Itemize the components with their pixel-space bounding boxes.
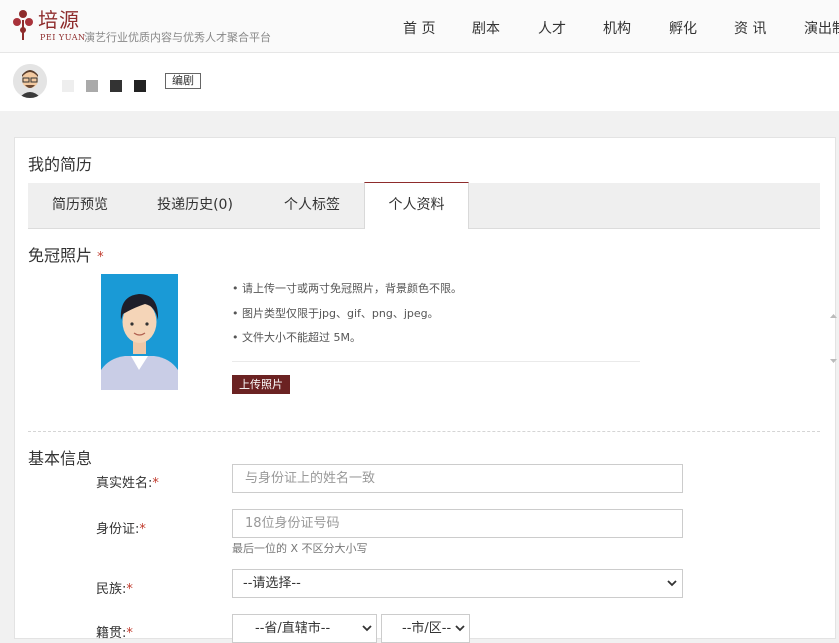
logo-mark-icon [13, 10, 33, 40]
avatar-illustration-icon [13, 64, 47, 98]
native-place-label: 籍贯:* [96, 622, 133, 641]
top-header: 培源 PEI YUAN 演艺行业优质内容与优秀人才聚合平台 首 页 剧本 人才 … [0, 0, 839, 53]
required-mark: * [152, 476, 159, 491]
nav-talents[interactable]: 人才 [538, 18, 566, 38]
name-label: 真实姓名:* [96, 472, 159, 491]
section-divider [28, 431, 820, 432]
id-label-text: 身份证: [96, 522, 140, 537]
chevron-down-icon [667, 580, 677, 587]
upload-photo-button[interactable]: 上传照片 [232, 375, 290, 394]
role-tag[interactable]: 编剧 [165, 73, 201, 89]
id-hint: 最后一位的 X 不区分大小写 [232, 542, 368, 555]
tab-personal-info[interactable]: 个人资料 [364, 182, 469, 229]
user-avatar[interactable] [13, 64, 47, 98]
tab-resume-preview[interactable]: 简历预览 [28, 183, 132, 228]
logo-text[interactable]: 培源 [38, 4, 80, 33]
username-block [134, 80, 146, 92]
name-label-text: 真实姓名: [96, 476, 153, 491]
chevron-down-icon [455, 625, 465, 632]
scroll-down-icon[interactable] [829, 356, 838, 365]
photo-section-label: 免冠照片 [28, 246, 93, 265]
tab-delivery-history[interactable]: 投递历史(0) [143, 183, 247, 228]
username-block [62, 80, 74, 92]
real-name-input[interactable]: 与身份证上的姓名一致 [232, 464, 683, 493]
nav-performance[interactable]: 演出制 [804, 18, 839, 38]
required-mark: * [126, 582, 133, 597]
card-title: 我的简历 [28, 155, 93, 174]
person-photo-icon [101, 274, 178, 390]
photo-tip-size: • 请上传一寸或两寸免冠照片，背景颜色不限。 [232, 282, 462, 295]
nav-incubation[interactable]: 孵化 [669, 18, 697, 38]
basic-info-title: 基本信息 [28, 449, 93, 468]
ethnicity-label-text: 民族: [96, 582, 127, 597]
nav-home[interactable]: 首 页 [403, 18, 435, 38]
photo-tip-format: • 图片类型仅限于jpg、gif、png、jpeg。 [232, 307, 439, 320]
scroll-up-icon[interactable] [829, 312, 838, 321]
required-mark: * [97, 250, 104, 265]
required-mark: * [126, 626, 133, 641]
province-select[interactable]: --省/直辖市-- [232, 614, 377, 643]
ethnicity-select-value: --请选择-- [243, 576, 301, 591]
nav-scripts[interactable]: 剧本 [472, 18, 500, 38]
ethnicity-label: 民族:* [96, 578, 133, 597]
username-block [86, 80, 98, 92]
site-slogan: 演艺行业优质内容与优秀人才聚合平台 [84, 31, 271, 44]
nav-institutions[interactable]: 机构 [603, 18, 631, 38]
chevron-down-icon [362, 625, 372, 632]
id-photo-preview [101, 274, 178, 390]
native-place-label-text: 籍贯: [96, 626, 127, 641]
ethnicity-select[interactable]: --请选择-- [232, 569, 683, 598]
required-mark: * [139, 522, 146, 537]
user-bar [0, 53, 839, 111]
tip-divider [232, 361, 640, 362]
nav-news[interactable]: 资 讯 [734, 18, 766, 38]
photo-tip-filesize: • 文件大小不能超过 5M。 [232, 331, 361, 344]
id-number-input[interactable]: 18位身份证号码 [232, 509, 683, 538]
logo-subtext: PEI YUAN [40, 33, 86, 42]
province-select-value: --省/直辖市-- [255, 621, 331, 636]
district-select-value: --市/区-- [402, 621, 452, 636]
tab-personal-tags[interactable]: 个人标签 [260, 183, 364, 228]
id-label: 身份证:* [96, 518, 146, 537]
photo-section-title: 免冠照片 * [28, 242, 104, 266]
username-block [110, 80, 122, 92]
